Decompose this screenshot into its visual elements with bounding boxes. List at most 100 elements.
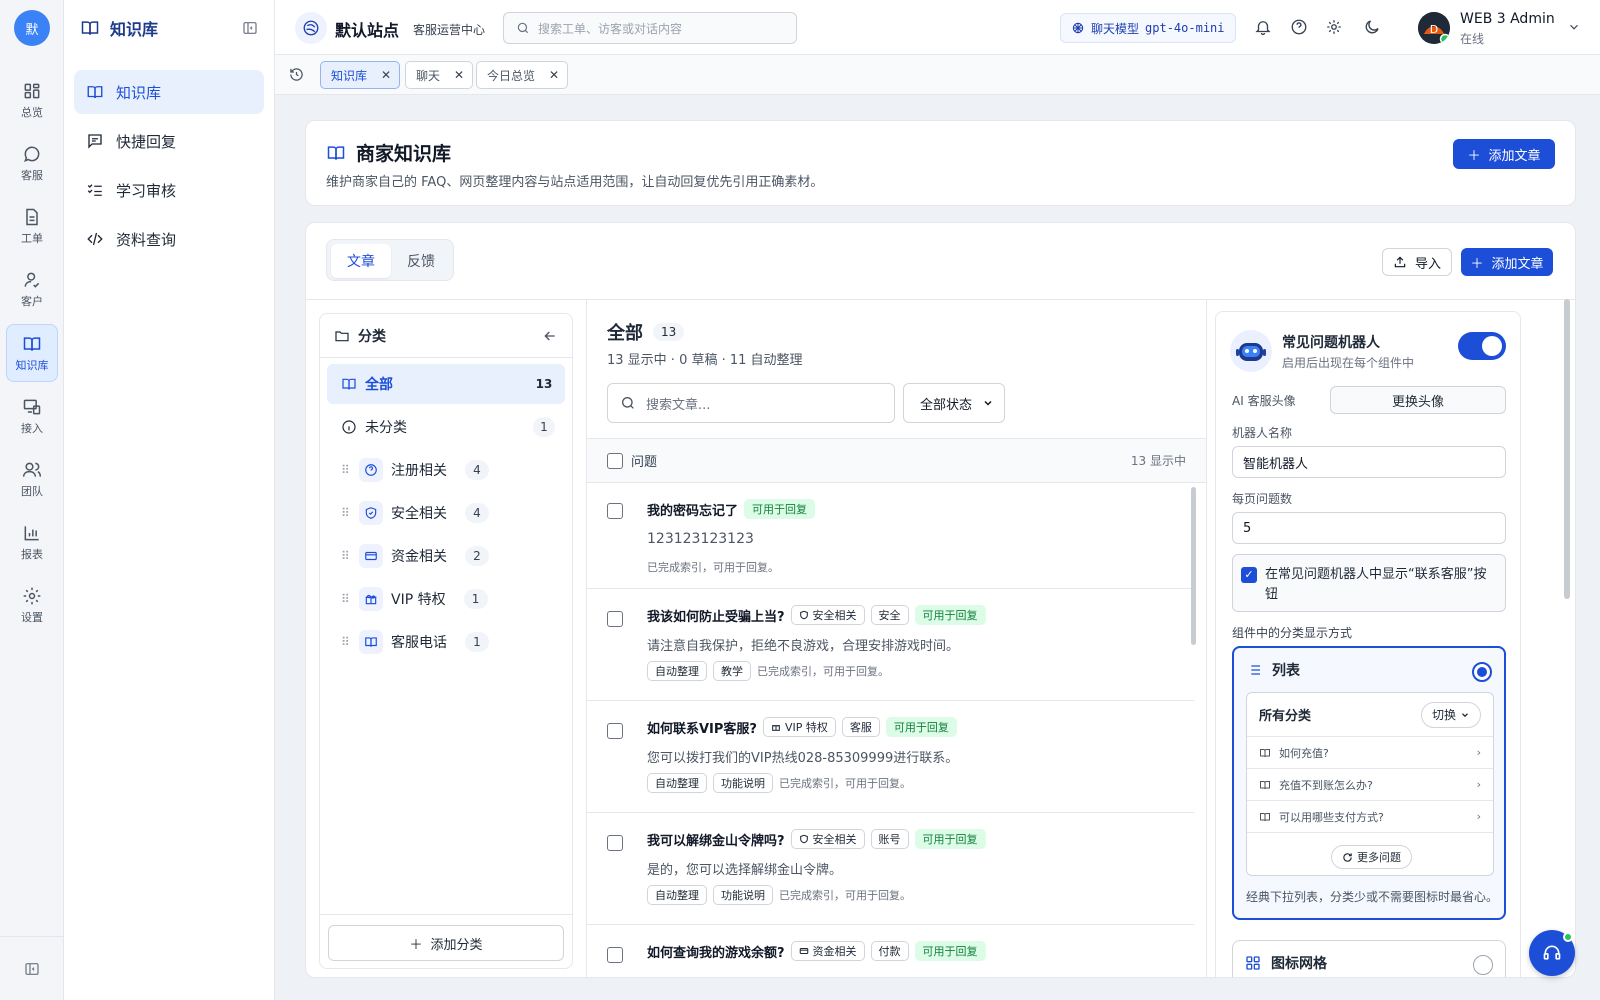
history-icon[interactable] — [289, 67, 304, 82]
collapse-rail-button[interactable] — [0, 936, 64, 1000]
radio-unselected[interactable] — [1473, 955, 1493, 975]
category-item[interactable]: ⠿ 注册相关 4 — [327, 450, 565, 490]
page-tab-today-overview[interactable]: 今日总览 ✕ — [476, 61, 569, 89]
site-logo[interactable]: 默 — [14, 10, 50, 46]
drag-handle-icon[interactable]: ⠿ — [341, 506, 351, 520]
sidebar-item-learning-review[interactable]: 学习审核 — [74, 168, 264, 212]
drag-handle-icon[interactable]: ⠿ — [341, 549, 351, 563]
grid-icon — [1245, 955, 1261, 971]
add-article-button[interactable]: ＋ 添加文章 — [1461, 248, 1553, 276]
preview-question-row: 可以用哪些支付方式? › — [1247, 801, 1493, 833]
settings-scrollbar[interactable] — [1564, 299, 1570, 599]
column-question: 问题 — [631, 455, 658, 470]
row-checkbox[interactable] — [607, 611, 623, 627]
close-icon[interactable]: ✕ — [381, 68, 391, 82]
rail-item-settings[interactable]: 设置 — [6, 577, 58, 633]
select-all-checkbox[interactable] — [607, 452, 623, 469]
page-tab-knowledge[interactable]: 知识库 ✕ — [320, 61, 401, 89]
change-avatar-button[interactable]: 更换头像 — [1330, 386, 1506, 414]
bot-name-field[interactable]: 智能机器人 — [1232, 446, 1506, 478]
rail-item-integration[interactable]: 接入 — [6, 388, 58, 444]
rail-item-team[interactable]: 团队 — [6, 451, 58, 507]
radio-selected[interactable] — [1472, 662, 1492, 682]
per-page-field[interactable]: 5 — [1232, 512, 1506, 544]
table-row[interactable]: 我该如何防止受骗上当? 安全相关 安全 可用于回复 请注意自我保护，拒绝不良游戏… — [587, 589, 1194, 701]
category-label: 未分类 — [365, 420, 407, 436]
book-icon — [326, 143, 346, 163]
drag-handle-icon[interactable]: ⠿ — [341, 635, 351, 649]
sidebar-item-data-query[interactable]: 资料查询 — [74, 217, 264, 261]
page-tab-chat[interactable]: 聊天 ✕ — [405, 61, 474, 89]
bell-icon[interactable] — [1254, 18, 1272, 36]
moon-icon[interactable] — [1363, 18, 1381, 36]
display-option-list[interactable]: 列表 所有分类 切换 如何充值? › 充值不到账怎么办? › 可以用哪些支付方式… — [1232, 646, 1506, 920]
sidebar-item-label: 快捷回复 — [116, 132, 177, 151]
sidebar-item-label: 学习审核 — [116, 181, 177, 200]
import-button[interactable]: 导入 — [1382, 248, 1452, 276]
close-icon[interactable]: ✕ — [454, 68, 464, 82]
row-question: 我可以解绑金山令牌吗? 安全相关 账号 可用于回复 — [647, 829, 986, 849]
preview-switch-button[interactable]: 切换 — [1420, 701, 1481, 728]
rail-item-reports[interactable]: 报表 — [6, 514, 58, 570]
close-icon[interactable]: ✕ — [549, 68, 559, 82]
row-checkbox[interactable] — [607, 503, 623, 519]
sidebar-item-quick-reply[interactable]: 快捷回复 — [74, 119, 264, 163]
sidebar-item-knowledge[interactable]: 知识库 — [74, 70, 264, 114]
sidebar: 知识库 知识库 快捷回复 学习审核 资料查询 — [64, 0, 275, 1000]
tab-articles[interactable]: 文章 — [331, 244, 391, 278]
table-row[interactable]: 我的密码忘记了 可用于回复 123123123123 已完成索引，可用于回复。 — [587, 483, 1194, 589]
row-question: 我该如何防止受骗上当? 安全相关 安全 可用于回复 — [647, 605, 986, 625]
global-search-input[interactable]: 搜索工单、访客或对话内容 — [503, 12, 797, 44]
preview-more-button: 更多问题 — [1331, 845, 1412, 869]
tab-feedback[interactable]: 反馈 — [391, 244, 451, 278]
checkbox-checked[interactable]: ✓ — [1241, 567, 1257, 583]
articles-scrollbar[interactable] — [1191, 487, 1196, 645]
category-label: 客服电话 — [391, 635, 447, 651]
row-checkbox[interactable] — [607, 947, 623, 963]
site-icon[interactable] — [295, 12, 327, 44]
preview-question: 可以用哪些支付方式? — [1279, 810, 1384, 824]
sidebar-item-label: 知识库 — [116, 83, 162, 102]
rail-item-dashboard[interactable]: 总览 — [6, 72, 58, 128]
bot-avatar — [1230, 330, 1272, 372]
list-preview: 所有分类 切换 如何充值? › 充值不到账怎么办? › 可以用哪些支付方式? › — [1246, 692, 1494, 876]
table-header: 问题 13 显示中 — [587, 438, 1206, 483]
collapse-sidebar-icon[interactable] — [242, 20, 258, 36]
category-item[interactable]: ⠿ 资金相关 2 — [327, 536, 565, 576]
gear-icon[interactable] — [1325, 18, 1343, 36]
rail-item-chat[interactable]: 客服 — [6, 135, 58, 191]
category-item[interactable]: ⠿ 客服电话 1 — [327, 622, 565, 662]
bot-enable-toggle[interactable] — [1458, 332, 1506, 360]
category-panel: 分类 全部 13 未分类 1 ⠿ 注册相关 4 ⠿ 安全相关 4 ⠿ 资金相关 … — [319, 313, 573, 969]
table-row[interactable]: 我可以解绑金山令牌吗? 安全相关 账号 可用于回复 是的，您可以选择解绑金山令牌… — [587, 813, 1194, 925]
drag-handle-icon[interactable]: ⠿ — [341, 463, 351, 477]
category-item[interactable]: ⠿ 安全相关 4 — [327, 493, 565, 533]
arrow-left-icon[interactable] — [542, 328, 558, 344]
row-checkbox[interactable] — [607, 835, 623, 851]
header-add-article-button[interactable]: ＋ 添加文章 — [1453, 139, 1555, 169]
category-uncategorized[interactable]: 未分类 1 — [327, 407, 565, 447]
site-name[interactable]: 默认站点 — [335, 17, 399, 41]
status-filter-select[interactable]: 全部状态 — [903, 383, 1005, 423]
help-icon[interactable] — [1290, 18, 1308, 36]
display-option-grid[interactable]: 图标网格 — [1232, 940, 1506, 977]
contact-button-option[interactable]: ✓ 在常见问题机器人中显示“联系客服”按钮 — [1232, 554, 1506, 612]
support-chat-button[interactable] — [1529, 930, 1575, 976]
table-row[interactable]: 如何查询我的游戏余额? 资金相关 付款 可用于回复 — [587, 925, 1194, 977]
rail-item-customers[interactable]: 客户 — [6, 261, 58, 317]
chevron-down-icon[interactable] — [1567, 20, 1581, 34]
rail-item-tickets[interactable]: 工单 — [6, 198, 58, 254]
add-category-button[interactable]: ＋ 添加分类 — [328, 925, 564, 961]
category-count: 4 — [465, 503, 489, 523]
user-name[interactable]: WEB 3 Admin — [1460, 11, 1555, 27]
table-row[interactable]: 如何联系VIP客服? VIP 特权 客服 可用于回复 您可以拨打我们的VIP热线… — [587, 701, 1194, 813]
articles-count: 13 — [653, 323, 685, 341]
category-item[interactable]: ⠿ VIP 特权 1 — [327, 579, 565, 619]
avatar[interactable]: D — [1418, 12, 1450, 44]
category-all[interactable]: 全部 13 — [327, 364, 565, 404]
rail-item-knowledge[interactable]: 知识库 — [6, 324, 58, 382]
chat-model-selector[interactable]: 聊天模型 gpt-4o-mini — [1060, 13, 1236, 43]
article-search-input[interactable]: 搜索文章... — [607, 383, 895, 423]
drag-handle-icon[interactable]: ⠿ — [341, 592, 351, 606]
row-checkbox[interactable] — [607, 723, 623, 739]
